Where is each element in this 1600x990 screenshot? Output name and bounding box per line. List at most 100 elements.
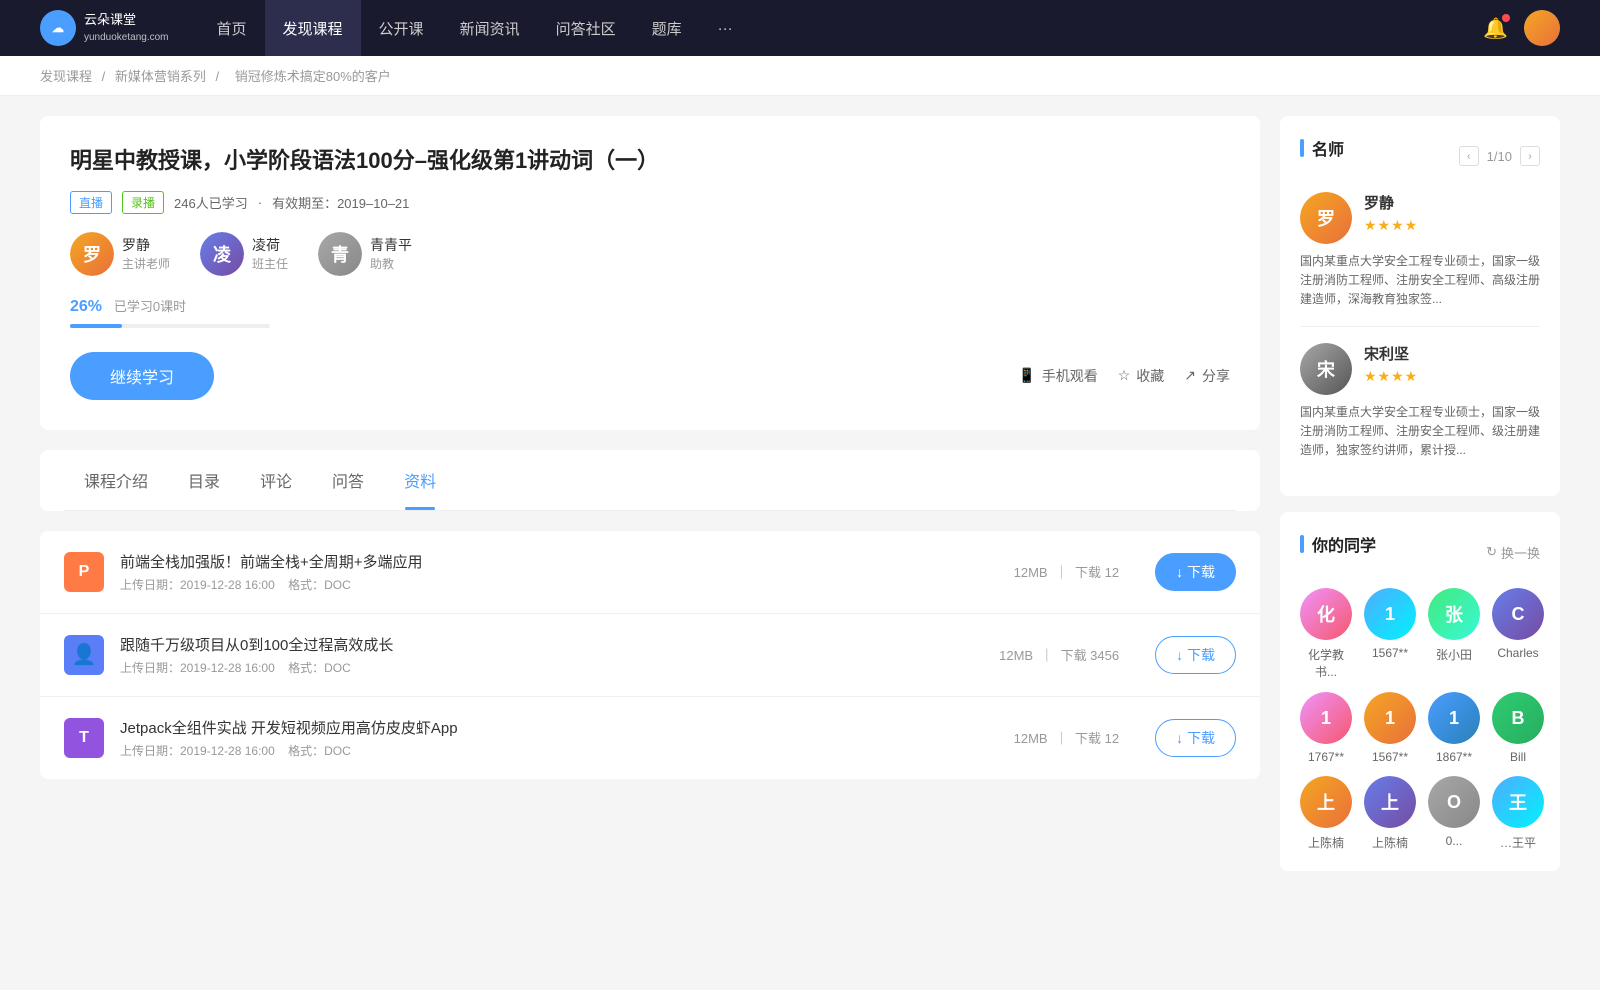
logo-icon: ☁ xyxy=(40,10,76,46)
badge-live: 直播 xyxy=(70,191,112,214)
logo[interactable]: ☁ 云朵课堂yunduoketang.com xyxy=(40,10,169,46)
refresh-icon: ↻ xyxy=(1486,544,1497,560)
breadcrumb-link-2[interactable]: 新媒体营销系列 xyxy=(115,69,206,84)
sidebar-teacher-info-0: 罗静 ★★★★ xyxy=(1364,192,1418,234)
resource-meta-2: 上传日期：2019-12-28 16:00 格式：DOC xyxy=(120,742,978,759)
mobile-icon: 📱 xyxy=(1018,367,1035,384)
progress-section: 26% 已学习0课时 xyxy=(70,296,1230,328)
student-item-5: 1 1567** xyxy=(1364,692,1416,764)
teacher-divider xyxy=(1300,326,1540,327)
resource-date-2: 上传日期：2019-12-28 16:00 xyxy=(120,744,275,758)
tabs: 课程介绍 目录 评论 问答 资料 xyxy=(64,450,1236,511)
student-avatar-6: 1 xyxy=(1428,692,1480,744)
tab-qa[interactable]: 问答 xyxy=(312,450,384,510)
student-avatar-11: 王 xyxy=(1492,776,1544,828)
progress-bar-bg xyxy=(70,324,270,328)
download-btn-0[interactable]: ↓ 下载 xyxy=(1155,553,1236,591)
star-icon: ☆ xyxy=(1118,367,1131,384)
tab-contents[interactable]: 目录 xyxy=(168,450,240,510)
resource-meta-0: 上传日期：2019-12-28 16:00 格式：DOC xyxy=(120,576,978,593)
students-sidebar-card: 你的同学 ↻ 换一换 化 化学教书... 1 1567** 张 张小田 xyxy=(1280,512,1560,871)
sidebar-teacher-desc-1: 国内某重点大学安全工程专业硕士，国家一级注册消防工程师、注册安全工程师、级注册建… xyxy=(1300,403,1540,461)
progress-bar-fill xyxy=(70,324,122,328)
sidebar-teacher-desc-0: 国内某重点大学安全工程专业硕士，国家一级注册消防工程师、注册安全工程师、高级注册… xyxy=(1300,252,1540,310)
nav-item-questions[interactable]: 题库 xyxy=(634,0,700,56)
course-meta: 直播 录播 246人已学习 · 有效期至：2019–10–21 xyxy=(70,191,1230,214)
teacher-info-0: 罗静 主讲老师 xyxy=(122,235,170,272)
teachers-sidebar-header: 名师 ‹ 1/10 › xyxy=(1300,136,1540,176)
resource-format-1: 格式：DOC xyxy=(288,661,351,675)
share-label: 分享 xyxy=(1202,366,1230,386)
teacher-role-2: 助教 xyxy=(370,255,412,272)
main-container: 明星中教授课，小学阶段语法100分–强化级第1讲动词（一） 直播 录播 246人… xyxy=(0,96,1600,907)
share-icon: ↗ xyxy=(1184,367,1196,384)
nav-item-more[interactable]: ··· xyxy=(700,0,751,56)
teacher-item-1: 凌 凌荷 班主任 xyxy=(200,232,288,276)
student-name-10: 0... xyxy=(1446,834,1463,848)
student-avatar-3: C xyxy=(1492,588,1544,640)
student-item-9: 上 上陈楠 xyxy=(1364,776,1416,851)
tab-resources[interactable]: 资料 xyxy=(384,450,456,510)
teachers-sidebar-title: 名师 xyxy=(1300,136,1344,160)
download-btn-2[interactable]: ↓ 下载 xyxy=(1155,719,1236,757)
download-btn-1[interactable]: ↓ 下载 xyxy=(1155,636,1236,674)
student-avatar-5: 1 xyxy=(1364,692,1416,744)
resource-downloads-1: 下载 3456 xyxy=(1061,648,1120,663)
teacher-nav-prev[interactable]: ‹ xyxy=(1459,146,1479,166)
breadcrumb: 发现课程 / 新媒体营销系列 / 销冠修炼术搞定80%的客户 xyxy=(0,56,1600,96)
student-name-4: 1767** xyxy=(1308,750,1344,764)
student-avatar-9: 上 xyxy=(1364,776,1416,828)
resource-date-1: 上传日期：2019-12-28 16:00 xyxy=(120,661,275,675)
nav-right: 🔔 xyxy=(1483,10,1560,46)
sidebar-teacher-name-1: 宋利坚 xyxy=(1364,343,1418,364)
tab-comments[interactable]: 评论 xyxy=(240,450,312,510)
resource-name-0: 前端全栈加强版！前端全栈+全周期+多端应用 xyxy=(120,551,978,572)
sidebar-teacher-row-1: 宋 宋利坚 ★★★★ xyxy=(1300,343,1540,395)
sidebar-teacher-stars-1: ★★★★ xyxy=(1364,368,1418,385)
teacher-nav-page: 1/10 xyxy=(1487,149,1512,164)
tabs-card: 课程介绍 目录 评论 问答 资料 xyxy=(40,450,1260,511)
resource-format-2: 格式：DOC xyxy=(288,744,351,758)
student-name-0: 化学教书... xyxy=(1300,646,1352,680)
nav-item-discover[interactable]: 发现课程 xyxy=(265,0,361,56)
sidebar-teacher-name-0: 罗静 xyxy=(1364,192,1418,213)
study-button[interactable]: 继续学习 xyxy=(70,352,214,400)
teacher-avatar-0: 罗 xyxy=(70,232,114,276)
valid-until: 有效期至：2019–10–21 xyxy=(272,193,409,212)
breadcrumb-sep-2: / xyxy=(216,69,223,84)
action-mobile[interactable]: 📱 手机观看 xyxy=(1018,366,1097,386)
teacher-avatar-1: 凌 xyxy=(200,232,244,276)
nav-item-qa[interactable]: 问答社区 xyxy=(538,0,634,56)
refresh-students-btn[interactable]: ↻ 换一换 xyxy=(1486,543,1540,562)
teachers-sidebar-card: 名师 ‹ 1/10 › 罗 罗静 ★★★★ xyxy=(1280,116,1560,496)
tab-intro[interactable]: 课程介绍 xyxy=(64,450,168,510)
student-item-11: 王 …王平 xyxy=(1492,776,1544,851)
student-avatar-1: 1 xyxy=(1364,588,1416,640)
course-header-card: 明星中教授课，小学阶段语法100分–强化级第1讲动词（一） 直播 录播 246人… xyxy=(40,116,1260,430)
notification-bell[interactable]: 🔔 xyxy=(1483,16,1508,41)
action-share[interactable]: ↗ 分享 xyxy=(1184,366,1230,386)
teacher-role-0: 主讲老师 xyxy=(122,255,170,272)
sidebar-teacher-stars-0: ★★★★ xyxy=(1364,217,1418,234)
student-item-0: 化 化学教书... xyxy=(1300,588,1352,680)
breadcrumb-current: 销冠修炼术搞定80%的客户 xyxy=(235,69,391,84)
teacher-info-1: 凌荷 班主任 xyxy=(252,235,288,272)
resource-icon-2: T xyxy=(64,718,104,758)
breadcrumb-link-1[interactable]: 发现课程 xyxy=(40,69,92,84)
student-avatar-2: 张 xyxy=(1428,588,1480,640)
teacher-avatar-img-2: 青 xyxy=(318,232,362,276)
student-name-11: …王平 xyxy=(1500,834,1536,851)
teacher-nav-next[interactable]: › xyxy=(1520,146,1540,166)
resource-item-0: P 前端全栈加强版！前端全栈+全周期+多端应用 上传日期：2019-12-28 … xyxy=(40,531,1260,614)
student-avatar-8: 上 xyxy=(1300,776,1352,828)
resource-icon-1: 👤 xyxy=(64,635,104,675)
sidebar-teacher-avatar-1: 宋 xyxy=(1300,343,1352,395)
breadcrumb-sep-1: / xyxy=(102,69,109,84)
nav-item-home[interactable]: 首页 xyxy=(199,0,265,56)
nav-item-news[interactable]: 新闻资讯 xyxy=(442,0,538,56)
action-favorite[interactable]: ☆ 收藏 xyxy=(1118,366,1165,386)
student-item-7: B Bill xyxy=(1492,692,1544,764)
content-area: 明星中教授课，小学阶段语法100分–强化级第1讲动词（一） 直播 录播 246人… xyxy=(40,116,1260,887)
user-avatar-nav[interactable] xyxy=(1524,10,1560,46)
nav-item-open[interactable]: 公开课 xyxy=(361,0,442,56)
